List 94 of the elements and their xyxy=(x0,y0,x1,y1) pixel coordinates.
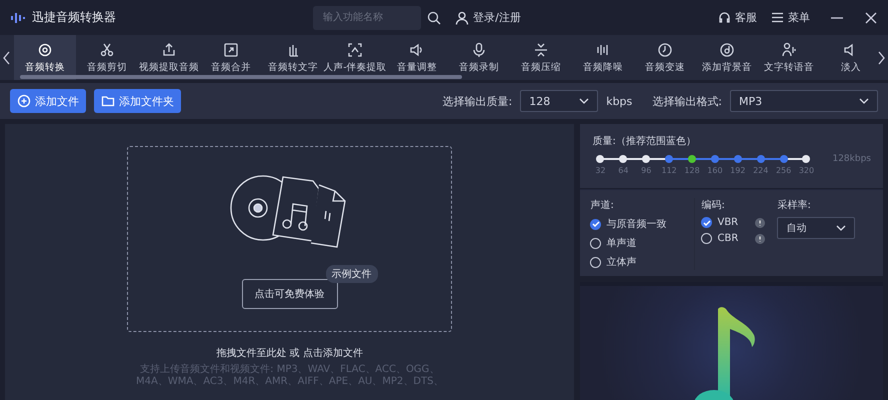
expand-icon xyxy=(223,42,239,58)
unit-label: kbps xyxy=(606,94,632,108)
tick-label: 160 xyxy=(707,166,723,175)
close-icon[interactable] xyxy=(864,10,878,24)
radio-button[interactable] xyxy=(590,218,602,230)
menu-icon xyxy=(771,11,784,24)
quality-label: 选择输出质量: xyxy=(442,94,512,108)
slider-stop[interactable] xyxy=(665,155,674,163)
tool-tab[interactable]: 音频转换 xyxy=(14,35,76,80)
tool-tab[interactable]: 音频录制 xyxy=(448,35,510,80)
slider-stop[interactable] xyxy=(756,155,765,163)
tool-tab[interactable]: 文字转语音 xyxy=(758,35,820,80)
supported-formats-text: M4A、WMA、AC3、M4R、AMR、AIFF、APE、AU、MP2、DTS、 xyxy=(136,376,444,388)
tick-label: 112 xyxy=(662,166,677,175)
compress-icon xyxy=(533,42,549,58)
drop-hint: 拖拽文件至此处 或 点击添加文件 xyxy=(216,346,363,360)
slider-stop[interactable] xyxy=(642,155,650,163)
chevron-down-icon xyxy=(836,225,846,231)
add-file-button[interactable]: 添加文件 xyxy=(10,89,86,113)
radio-button[interactable] xyxy=(590,238,602,248)
app-title: 迅捷音频转换器 xyxy=(32,9,116,26)
search-field[interactable]: 输入功能名称 xyxy=(313,6,422,30)
format-label: 选择输出格式: xyxy=(652,94,722,108)
search-icon xyxy=(427,10,442,24)
slider-stop[interactable] xyxy=(710,155,719,163)
tool-tab[interactable]: 视频提取音频 xyxy=(138,35,200,80)
tick-label: 224 xyxy=(753,166,768,175)
headset-icon xyxy=(718,11,731,24)
upload-icon xyxy=(161,42,177,58)
radio-button[interactable] xyxy=(701,217,712,228)
radio-button[interactable] xyxy=(701,233,712,244)
tick-label: 192 xyxy=(730,166,746,175)
tick-label: 64 xyxy=(618,166,628,175)
tick-label: 320 xyxy=(798,166,814,175)
folder-icon xyxy=(101,94,115,108)
chevron-left-icon[interactable] xyxy=(2,50,12,66)
radio-option[interactable]: VBR xyxy=(701,217,772,228)
tool-tab[interactable]: 音频变速 xyxy=(634,35,696,80)
slider-stop[interactable] xyxy=(802,155,810,163)
scrollbar-thumb[interactable] xyxy=(20,75,462,79)
section-title: 采样率: xyxy=(777,198,812,212)
customer-service-button[interactable]: 客服 xyxy=(718,10,757,25)
clock-icon xyxy=(657,42,673,58)
login-button[interactable]: 登录/注册 xyxy=(455,10,521,25)
menu-button[interactable]: 菜单 xyxy=(771,10,810,25)
tool-tab[interactable]: 音频剪切 xyxy=(76,35,138,80)
info-icon xyxy=(755,218,766,228)
supported-formats-text: 支持上传音频文件和视频文件: MP3、WAV、FLAC、ACC、OGG、 xyxy=(140,364,440,376)
tool-tab[interactable]: 音频转文字 xyxy=(262,35,324,80)
scan-icon xyxy=(347,42,363,58)
radio-option[interactable]: 与原音频一致 xyxy=(590,217,690,231)
drop-area[interactable]: 点击可免费体验 示例文件 xyxy=(127,146,452,332)
radio-button[interactable] xyxy=(590,256,602,268)
waveform-logo-icon xyxy=(10,10,26,24)
microphone-icon xyxy=(471,42,487,58)
tool-tab[interactable]: 音量调整 xyxy=(386,35,448,80)
chevron-down-icon xyxy=(859,98,869,104)
slider-stop[interactable] xyxy=(780,155,788,163)
quality-reading: 128kbps xyxy=(832,154,871,164)
radio-option[interactable]: 立体声 xyxy=(590,255,690,269)
plus-circle-icon xyxy=(17,94,31,108)
checkmark-icon xyxy=(592,220,600,228)
chevron-down-icon xyxy=(579,98,590,104)
tick-label: 96 xyxy=(641,166,652,175)
add-folder-button[interactable]: 添加文件夹 xyxy=(94,89,181,113)
radio-option[interactable]: CBR xyxy=(701,233,772,244)
slider-stop[interactable] xyxy=(688,155,696,163)
disc-icon xyxy=(719,42,735,58)
tick-label: 128 xyxy=(684,166,700,175)
tool-tab[interactable]: 人声-伴奏提取 xyxy=(324,35,386,80)
tool-tab[interactable]: 音频降噪 xyxy=(572,35,634,80)
quality-dropdown[interactable]: 128 xyxy=(520,90,598,112)
slider-stop[interactable] xyxy=(596,155,604,163)
tool-tab[interactable]: 音频合并 xyxy=(200,35,262,80)
checkmark-icon xyxy=(702,218,711,226)
tick-label: 32 xyxy=(595,166,606,175)
quality-title: 质量:（推荐范围蓝色） xyxy=(592,134,697,148)
sample-file-badge[interactable]: 示例文件 xyxy=(326,265,378,283)
info-icon xyxy=(755,234,766,244)
person-icon xyxy=(455,10,470,24)
chevron-right-icon[interactable] xyxy=(876,50,886,66)
tick-label: 256 xyxy=(776,166,792,175)
slider-stop[interactable] xyxy=(619,155,628,163)
section-title: 声道: xyxy=(590,198,615,212)
sample-rate-dropdown[interactable]: 自动 xyxy=(777,217,856,239)
tool-tab[interactable]: 添加背景音 xyxy=(696,35,758,80)
section-title: 编码: xyxy=(701,198,726,212)
slider-stop[interactable] xyxy=(734,155,742,163)
scissors-icon xyxy=(99,42,115,58)
tool-tab[interactable]: 淡入 xyxy=(820,35,874,80)
person-speaking-icon xyxy=(781,42,797,58)
format-dropdown[interactable]: MP3 xyxy=(730,90,878,112)
tool-tab[interactable]: 音频压缩 xyxy=(510,35,572,80)
radio-option[interactable]: 单声道 xyxy=(590,236,690,250)
